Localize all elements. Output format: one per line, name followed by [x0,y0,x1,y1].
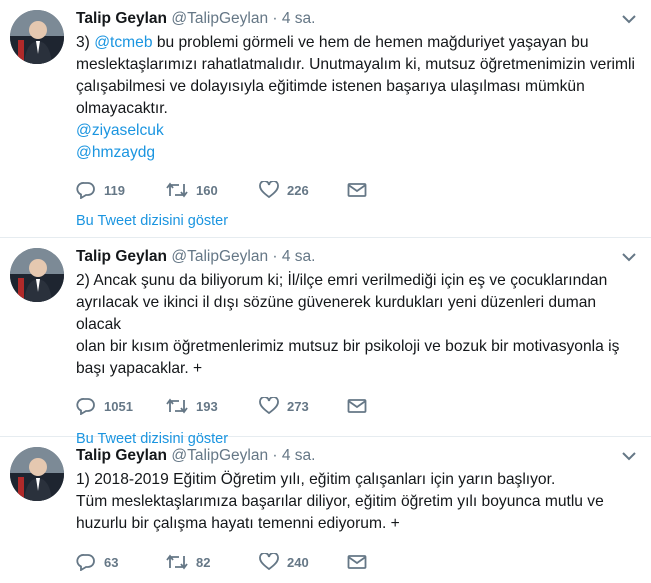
user-handle[interactable]: @TalipGeylan [171,10,268,27]
like-count: 226 [287,182,309,198]
mention-link[interactable]: @tcmeb [94,34,152,51]
reply-icon [76,182,95,199]
separator: · [272,10,278,27]
heart-icon [259,397,279,415]
direct-message-button[interactable] [347,182,375,198]
tweet-line: 2) Ancak şunu da biliyorum ki; İl/ilçe e… [76,272,608,289]
user-name[interactable]: Talip Geylan [76,447,167,464]
tweet-actions: 119 160 226 [76,179,635,201]
reply-button[interactable]: 63 [76,553,166,571]
retweet-button[interactable]: 193 [166,397,259,415]
reply-icon [76,554,95,571]
like-button[interactable]: 240 [259,553,347,571]
text-segment: bu problemi görmeli ve hem de hemen mağd… [152,34,589,51]
separator: · [272,447,278,464]
tweet-line: huzurlu bir çalışma hayatı temenni ediyo… [76,515,400,532]
tweet-line: ayrılacak ve ikinci il dışı sözüne güven… [76,294,597,333]
retweet-count: 193 [196,398,218,414]
retweet-count: 82 [196,554,211,570]
retweet-icon [166,182,188,198]
avatar[interactable] [10,447,64,501]
retweet-icon [166,398,188,414]
heart-icon [259,181,279,199]
reply-icon [76,398,95,415]
reply-count: 63 [104,554,119,570]
like-button[interactable]: 273 [259,397,347,415]
envelope-icon [347,399,367,413]
user-name[interactable]: Talip Geylan [76,10,167,27]
like-count: 240 [287,554,309,570]
tweet-text: 1) 2018-2019 Eğitim Öğretim yılı, eğitim… [76,469,635,535]
tweet[interactable]: Talip Geylan @TalipGeylan · 4 sa. 3) @tc… [0,0,651,238]
envelope-icon [347,183,367,197]
tweet-header: Talip Geylan @TalipGeylan · 4 sa. [76,445,635,467]
separator: · [272,248,278,265]
timestamp[interactable]: 4 sa. [282,10,316,27]
chevron-down-icon[interactable] [621,250,637,262]
mention-link[interactable]: @ziyaselcuk [76,120,635,142]
envelope-icon [347,555,367,569]
heart-icon [259,553,279,571]
chevron-down-icon[interactable] [621,12,637,24]
tweet[interactable]: Talip Geylan @TalipGeylan · 4 sa. 2) Anc… [0,238,651,447]
avatar[interactable] [10,10,64,64]
reply-button[interactable]: 1051 [76,397,166,415]
timestamp[interactable]: 4 sa. [282,447,316,464]
user-name[interactable]: Talip Geylan [76,248,167,265]
user-handle[interactable]: @TalipGeylan [171,248,268,265]
tweet-actions: 1051 193 273 [76,395,635,417]
retweet-icon [166,554,188,570]
tweet-line: başı yapacaklar. + [76,360,203,377]
tweet-actions: 63 82 240 [76,551,635,573]
tweet-header: Talip Geylan @TalipGeylan · 4 sa. [76,8,635,30]
like-button[interactable]: 226 [259,181,347,199]
tweet-header: Talip Geylan @TalipGeylan · 4 sa. [76,246,635,268]
tweet-line: olan bir kısım öğretmenlerimiz mutsuz bi… [76,338,620,355]
reply-button[interactable]: 119 [76,181,166,199]
reply-count: 1051 [104,398,133,414]
direct-message-button[interactable] [347,398,375,414]
retweet-button[interactable]: 160 [166,181,259,199]
tweet-line: 3) @tcmeb bu problemi görmeli ve hem de … [76,32,635,54]
tweet-line: Tüm meslektaşlarımıza başarılar diliyor,… [76,493,604,510]
tweet[interactable]: Talip Geylan @TalipGeylan · 4 sa. 1) 201… [0,437,651,583]
show-thread-link[interactable]: Bu Tweet dizisini göster [76,211,635,231]
tweet-text: 3) @tcmeb bu problemi görmeli ve hem de … [76,32,635,164]
retweet-count: 160 [196,182,218,198]
tweet-line: 1) 2018-2019 Eğitim Öğretim yılı, eğitim… [76,471,556,488]
tweet-text: 2) Ancak şunu da biliyorum ki; İl/ilçe e… [76,270,635,380]
avatar[interactable] [10,248,64,302]
tweet-line: olmayacaktır. [76,100,168,117]
user-handle[interactable]: @TalipGeylan [171,447,268,464]
mention-link[interactable]: @hmzaydg [76,142,635,164]
reply-count: 119 [104,182,125,198]
retweet-button[interactable]: 82 [166,553,259,571]
like-count: 273 [287,398,309,414]
timestamp[interactable]: 4 sa. [282,248,316,265]
tweet-line: çalışabilmesi ve dolayısıyla eğitimde is… [76,78,585,95]
text-segment: 3) [76,34,95,51]
tweet-line: meslektaşlarımızı rahatlatmalıdır. Unutm… [76,56,635,73]
direct-message-button[interactable] [347,554,375,570]
chevron-down-icon[interactable] [621,449,637,461]
